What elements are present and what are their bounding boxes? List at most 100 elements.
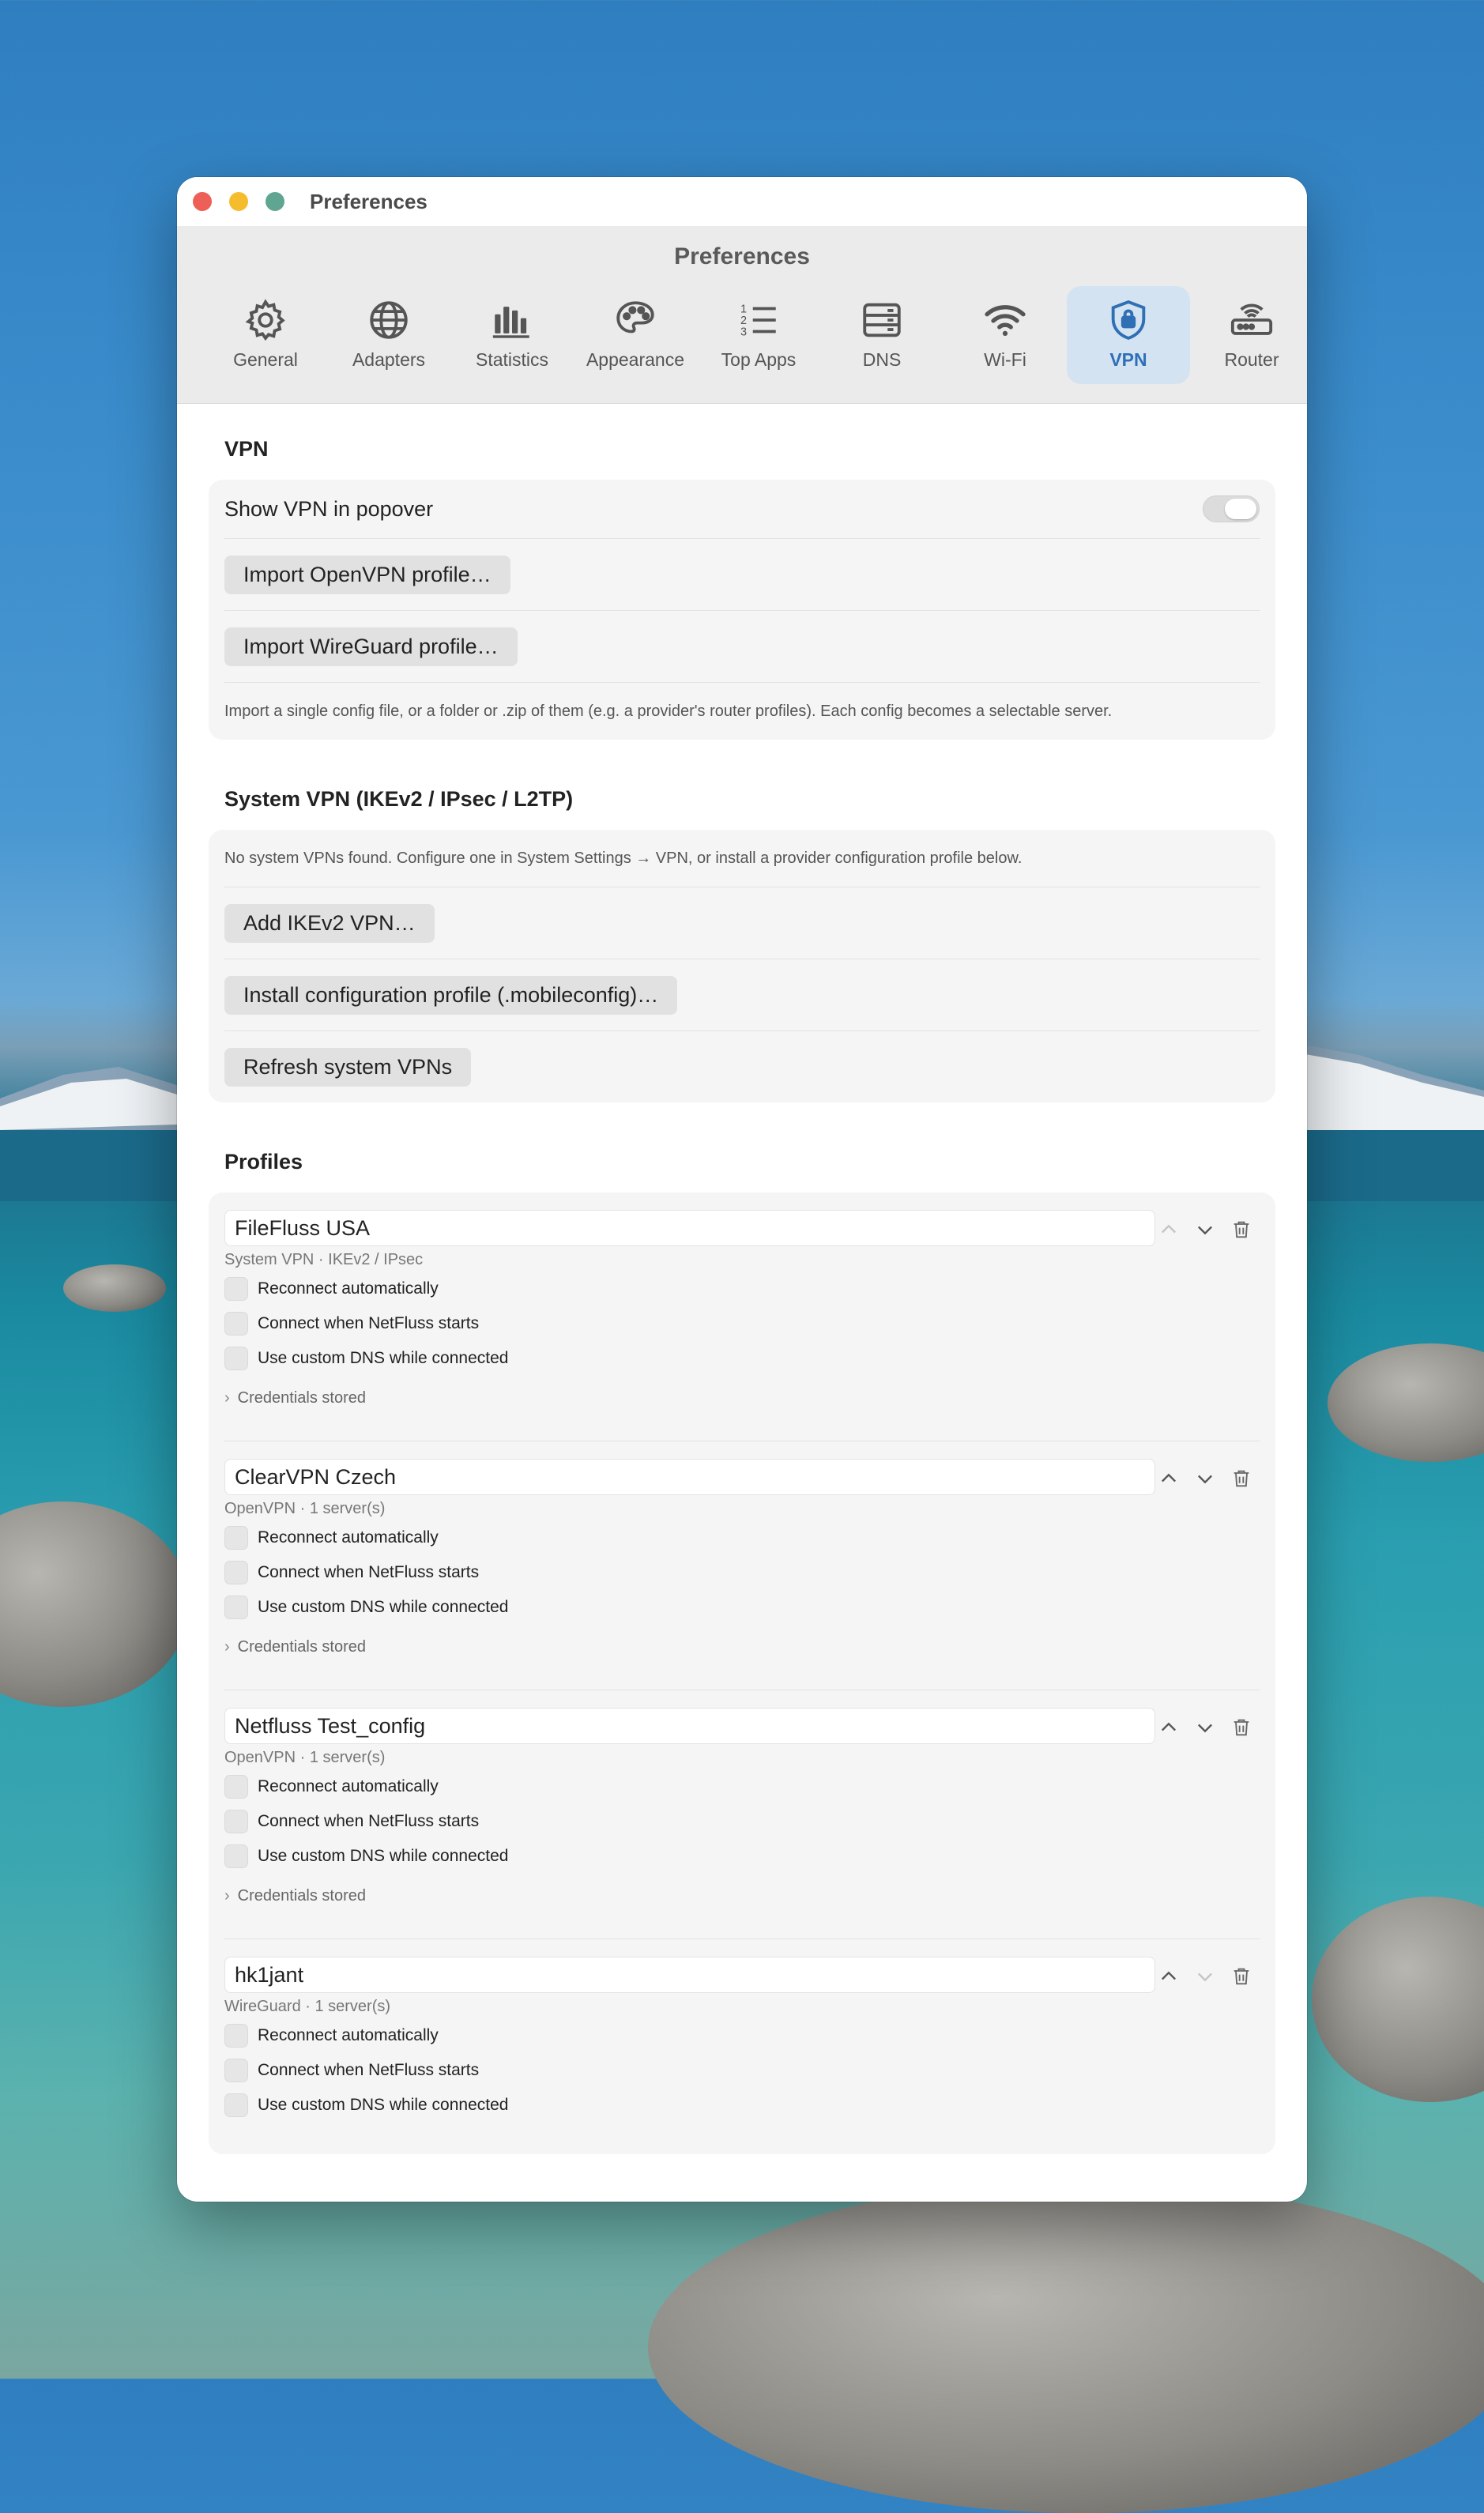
custom-dns-checkbox[interactable]: Use custom DNS while connected [224, 2088, 1260, 2123]
tab-general[interactable]: General [204, 286, 327, 384]
checkbox[interactable] [224, 2059, 248, 2082]
wifi-icon [985, 305, 1026, 337]
move-down-button[interactable] [1187, 1211, 1223, 1248]
checkbox[interactable] [224, 1775, 248, 1799]
gear-icon [245, 299, 285, 341]
chevron-right-icon: › [224, 1886, 230, 1905]
wallpaper-rock [1312, 1897, 1484, 2102]
custom-dns-checkbox[interactable]: Use custom DNS while connected [224, 1839, 1260, 1874]
checkbox[interactable] [224, 1810, 248, 1833]
trash-icon [1234, 1221, 1249, 1238]
connect-on-start-checkbox[interactable]: Connect when NetFluss starts [224, 2053, 1260, 2088]
minimize-button[interactable] [229, 192, 248, 211]
checkbox-label: Use custom DNS while connected [258, 2096, 509, 2114]
profile-name-field[interactable]: FileFluss USA [224, 1210, 1155, 1246]
checkbox-label: Use custom DNS while connected [258, 1847, 509, 1865]
credentials-label: Credentials stored [237, 1886, 366, 1905]
profile-controls [1151, 1958, 1260, 1995]
tab-adapters[interactable]: Adapters [327, 286, 450, 384]
credentials-disclosure[interactable]: › Credentials stored [224, 1628, 1260, 1666]
chevron-up-icon [1162, 1971, 1176, 1980]
refresh-system-vpns-button[interactable]: Refresh system VPNs [224, 1047, 472, 1087]
trash-icon [1234, 1968, 1249, 1985]
import-wireguard-row: Import WireGuard profile… [224, 611, 1260, 683]
credentials-disclosure[interactable]: › Credentials stored [224, 1379, 1260, 1417]
reconnect-checkbox[interactable]: Reconnect automatically [224, 1272, 1260, 1306]
wallpaper-rock [63, 1264, 166, 1312]
move-down-button[interactable] [1187, 1958, 1223, 1995]
show-vpn-toggle[interactable] [1203, 495, 1260, 522]
profile-item: hk1jant WireGuard · 1 server(s) Reconnec… [224, 1939, 1260, 2154]
checkbox-label: Reconnect automatically [258, 2026, 439, 2044]
delete-profile-button[interactable] [1223, 1709, 1260, 1746]
delete-profile-button[interactable] [1223, 1958, 1260, 1995]
import-wireguard-button[interactable]: Import WireGuard profile… [224, 627, 518, 666]
tab-dns[interactable]: DNS [820, 286, 944, 384]
tab-top-apps[interactable]: 123 Top Apps [697, 286, 820, 384]
checkbox[interactable] [224, 1844, 248, 1868]
svg-text:3: 3 [740, 326, 747, 338]
profiles-group: FileFluss USA System VPN · IKEv2 / IPsec… [209, 1192, 1275, 2154]
tab-router[interactable]: Router [1190, 286, 1307, 384]
profile-name-field[interactable]: Netfluss Test_config [224, 1708, 1155, 1744]
move-down-button[interactable] [1187, 1460, 1223, 1497]
tab-label: VPN [1109, 349, 1147, 370]
connect-on-start-checkbox[interactable]: Connect when NetFluss starts [224, 1555, 1260, 1590]
reconnect-checkbox[interactable]: Reconnect automatically [224, 2018, 1260, 2053]
wallpaper-rock [0, 1501, 190, 1707]
profile-type: OpenVPN · 1 server(s) [224, 1500, 386, 1517]
move-up-button[interactable] [1151, 1211, 1187, 1248]
vpn-pane: VPN Show VPN in popover Import OpenVPN p… [177, 437, 1307, 2154]
checkbox[interactable] [224, 1277, 248, 1301]
checkbox[interactable] [224, 1526, 248, 1550]
import-openvpn-row: Import OpenVPN profile… [224, 539, 1260, 611]
install-profile-button[interactable]: Install configuration profile (.mobileco… [224, 975, 678, 1015]
tab-vpn[interactable]: VPN [1067, 286, 1190, 384]
chevron-up-icon [1162, 1224, 1176, 1234]
add-ikev2-row: Add IKEv2 VPN… [224, 887, 1260, 959]
profile-name-field[interactable]: ClearVPN Czech [224, 1459, 1155, 1495]
section-title-profiles: Profiles [224, 1150, 303, 1174]
move-down-button[interactable] [1187, 1709, 1223, 1746]
toolbar-title: Preferences [674, 243, 810, 269]
profile-name-field[interactable]: hk1jant [224, 1957, 1155, 1993]
move-up-button[interactable] [1151, 1460, 1187, 1497]
import-hint-row: Import a single config file, or a folder… [224, 683, 1260, 740]
delete-profile-button[interactable] [1223, 1211, 1260, 1248]
profile-controls [1151, 1211, 1260, 1248]
show-vpn-label: Show VPN in popover [224, 496, 434, 521]
zoom-button[interactable] [266, 192, 284, 211]
trash-icon [1234, 1719, 1249, 1736]
delete-profile-button[interactable] [1223, 1460, 1260, 1497]
checkbox[interactable] [224, 1561, 248, 1584]
reconnect-checkbox[interactable]: Reconnect automatically [224, 1520, 1260, 1555]
tab-appearance[interactable]: Appearance [574, 286, 697, 384]
globe-icon [370, 301, 408, 339]
add-ikev2-button[interactable]: Add IKEv2 VPN… [224, 903, 435, 943]
connect-on-start-checkbox[interactable]: Connect when NetFluss starts [224, 1306, 1260, 1341]
checkbox[interactable] [224, 1347, 248, 1370]
chevron-down-icon [1198, 1972, 1212, 1982]
router-icon [1230, 303, 1273, 335]
custom-dns-checkbox[interactable]: Use custom DNS while connected [224, 1341, 1260, 1376]
profile-controls [1151, 1460, 1260, 1497]
chevron-down-icon [1198, 1724, 1212, 1733]
move-up-button[interactable] [1151, 1709, 1187, 1746]
checkbox[interactable] [224, 1596, 248, 1619]
checkbox[interactable] [224, 2093, 248, 2117]
connect-on-start-checkbox[interactable]: Connect when NetFluss starts [224, 1804, 1260, 1839]
custom-dns-checkbox[interactable]: Use custom DNS while connected [224, 1590, 1260, 1625]
checkbox[interactable] [224, 1312, 248, 1336]
checkbox[interactable] [224, 2024, 248, 2048]
title-bar: Preferences [177, 177, 1307, 226]
move-up-button[interactable] [1151, 1958, 1187, 1995]
import-openvpn-button[interactable]: Import OpenVPN profile… [224, 555, 510, 594]
credentials-disclosure[interactable]: › Credentials stored [224, 1877, 1260, 1915]
wallpaper-rock [1328, 1343, 1484, 1462]
profile-item: ClearVPN Czech OpenVPN · 1 server(s) Rec… [224, 1441, 1260, 1690]
reconnect-checkbox[interactable]: Reconnect automatically [224, 1769, 1260, 1804]
tab-statistics[interactable]: Statistics [450, 286, 574, 384]
close-button[interactable] [193, 192, 212, 211]
section-title-vpn: VPN [224, 437, 269, 461]
tab-wifi[interactable]: Wi-Fi [944, 286, 1067, 384]
